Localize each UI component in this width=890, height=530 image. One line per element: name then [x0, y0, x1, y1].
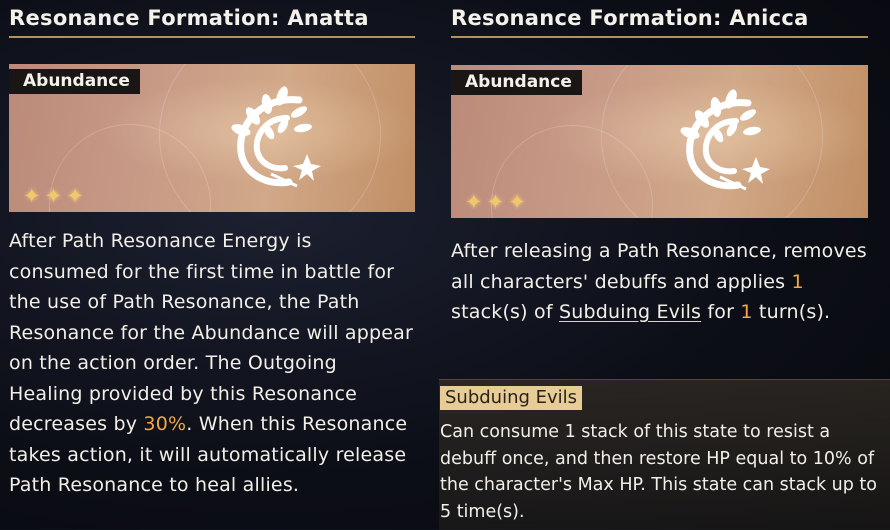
- healing-reduction-value: 30%: [143, 413, 187, 435]
- path-tag: Abundance: [9, 69, 140, 94]
- formation-card-anicca: Resonance Formation: Anicca Abundance ✦✦…: [451, 0, 890, 328]
- turn-count-value: 1: [740, 301, 753, 323]
- rarity-stars: ✦✦✦: [465, 190, 530, 214]
- description-text: turn(s).: [752, 301, 831, 323]
- rarity-stars: ✦✦✦: [23, 184, 88, 208]
- formation-title: Resonance Formation: Anatta: [9, 6, 369, 30]
- description-text: stack(s) of: [451, 301, 559, 323]
- formation-description: After releasing a Path Resonance, remove…: [451, 236, 881, 328]
- title-divider: [451, 36, 868, 38]
- description-text: After Path Resonance Energy is consumed …: [9, 230, 414, 435]
- stack-count-value: 1: [791, 270, 804, 293]
- formation-card-anatta: Resonance Formation: Anatta Abundance ✦✦…: [9, 0, 415, 501]
- status-description: Can consume 1 stack of this state to res…: [440, 422, 877, 522]
- path-tag: Abundance: [451, 70, 582, 95]
- description-text: for: [701, 301, 741, 323]
- formation-banner: Abundance ✦✦✦: [9, 64, 415, 212]
- status-tooltip: Subduing Evils Can consume 1 stack of th…: [439, 379, 890, 530]
- abundance-wheat-emblem-icon: [231, 86, 321, 188]
- formation-description: After Path Resonance Energy is consumed …: [9, 226, 415, 501]
- status-name-tag: Subduing Evils: [440, 386, 583, 410]
- title-divider: [9, 36, 415, 38]
- formation-banner: Abundance ✦✦✦: [451, 65, 868, 218]
- description-text: After releasing a Path Resonance, remove…: [451, 240, 867, 293]
- formation-title: Resonance Formation: Anicca: [451, 6, 809, 30]
- abundance-wheat-emblem-icon: [680, 89, 770, 191]
- subduing-evils-link[interactable]: Subduing Evils: [559, 301, 701, 323]
